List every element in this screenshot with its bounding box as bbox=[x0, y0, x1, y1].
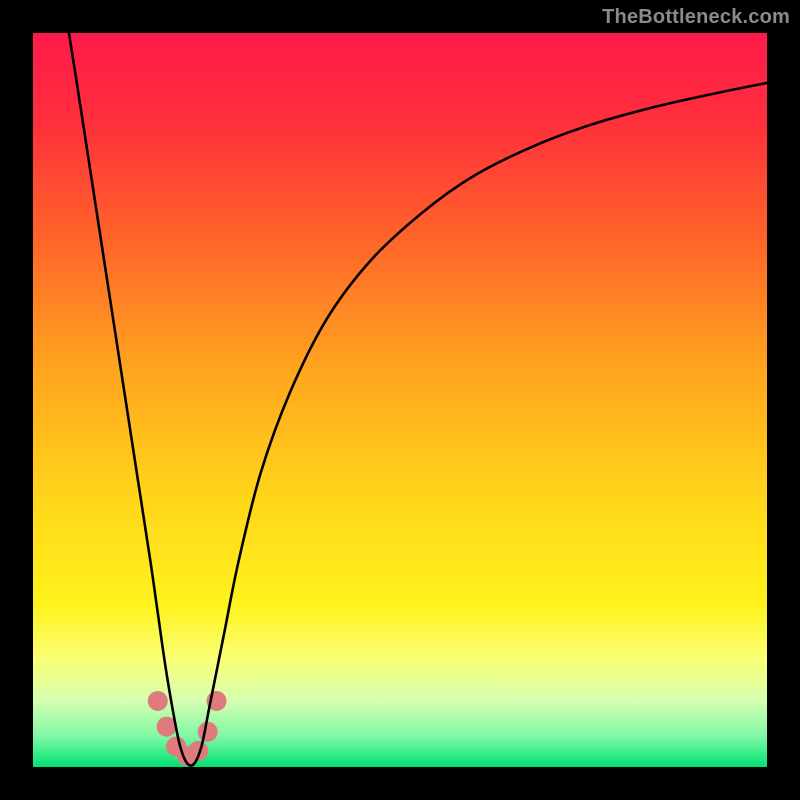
marker-dot bbox=[198, 722, 218, 742]
marker-dot bbox=[148, 691, 168, 711]
bottleneck-curve bbox=[69, 33, 767, 766]
chart-stage: TheBottleneck.com bbox=[0, 0, 800, 800]
bottom-cluster-markers bbox=[148, 691, 227, 766]
watermark: TheBottleneck.com bbox=[602, 6, 790, 29]
plot-area bbox=[33, 33, 767, 767]
curve-layer bbox=[33, 33, 767, 767]
